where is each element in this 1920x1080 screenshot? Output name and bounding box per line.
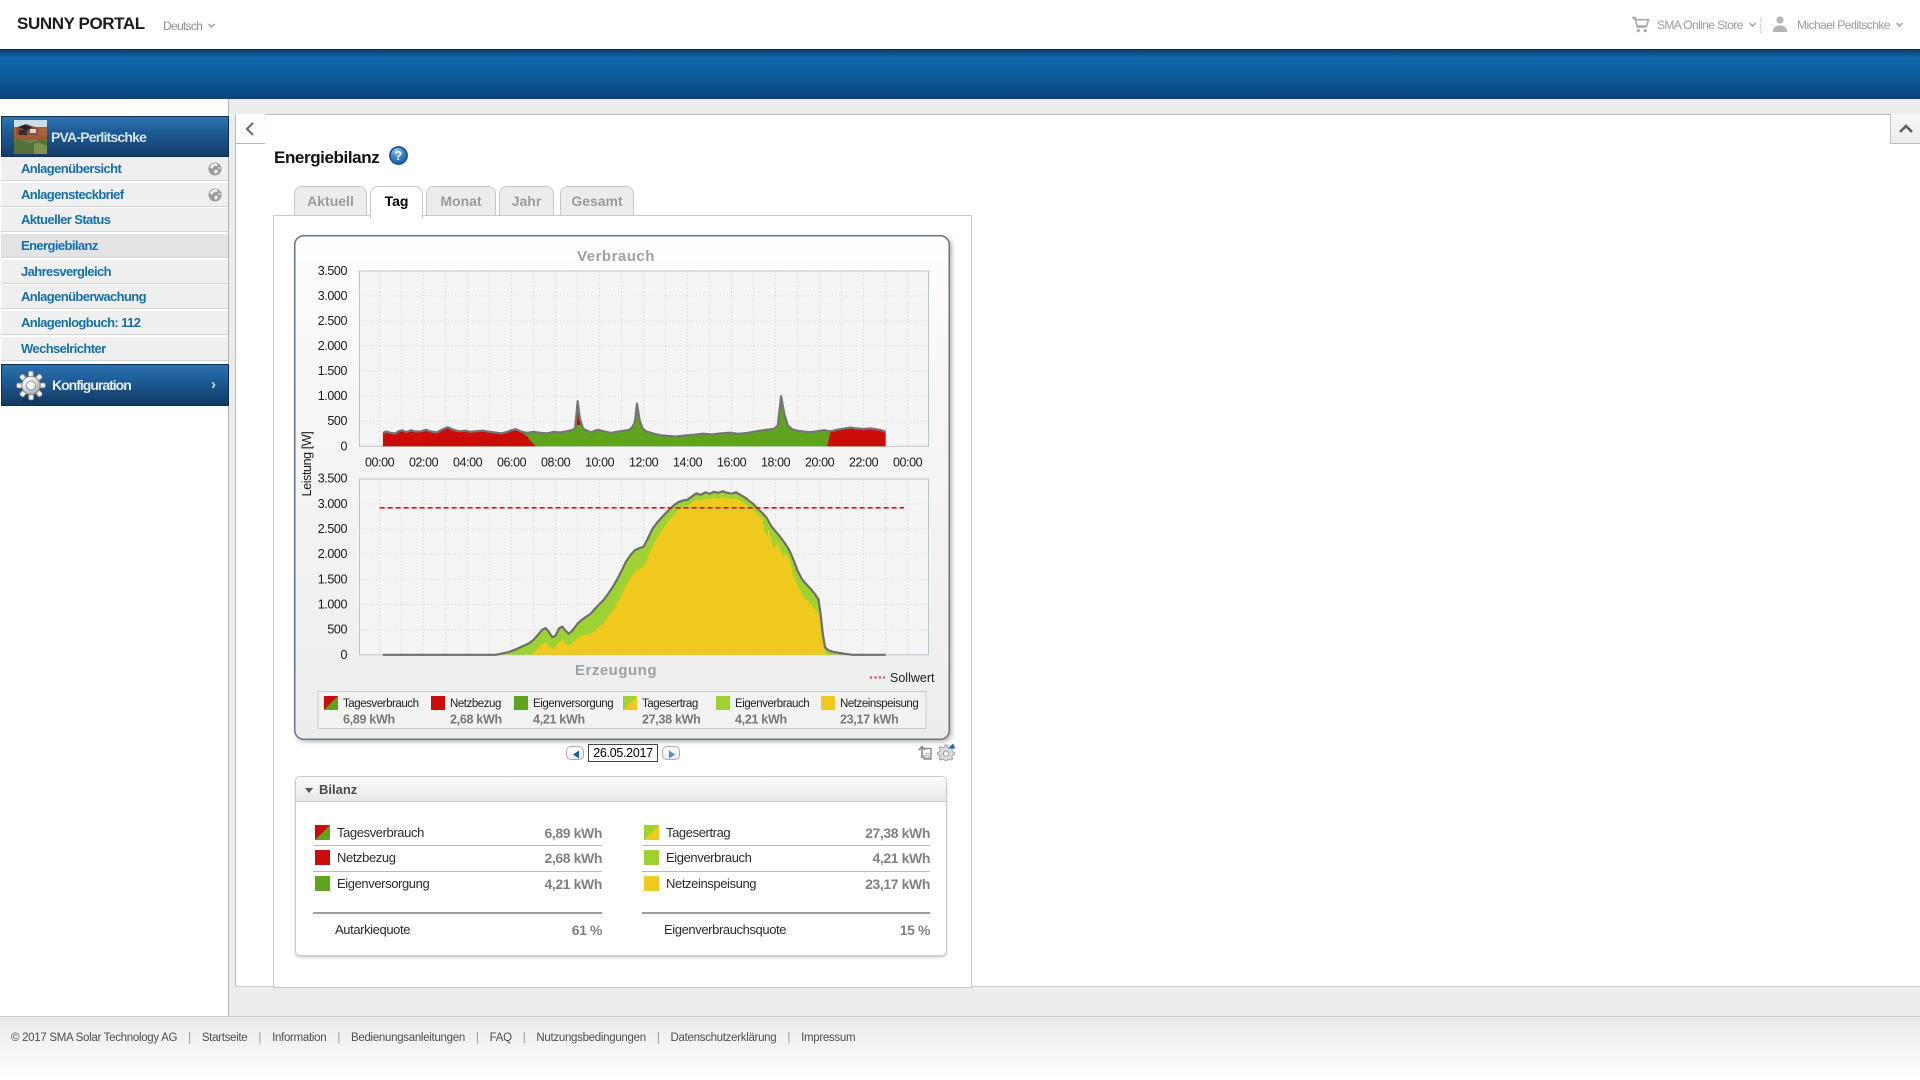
svg-text:1.000: 1.000 — [318, 598, 348, 612]
svg-text:4,21 kWh: 4,21 kWh — [533, 713, 585, 727]
svg-text:1.000: 1.000 — [318, 389, 348, 403]
svg-text:Tagesverbrauch: Tagesverbrauch — [343, 698, 419, 710]
svg-text:1.500: 1.500 — [318, 364, 348, 378]
svg-text:Netzbezug: Netzbezug — [450, 698, 501, 710]
svg-text:12:00: 12:00 — [629, 456, 659, 470]
svg-text:2,68 kWh: 2,68 kWh — [450, 713, 502, 727]
svg-text:4,21 kWh: 4,21 kWh — [735, 713, 787, 727]
svg-text:Verbrauch: Verbrauch — [577, 248, 655, 265]
svg-text:23,17 kWh: 23,17 kWh — [840, 713, 898, 727]
svg-text:3.000: 3.000 — [318, 497, 348, 511]
svg-text:10:00: 10:00 — [585, 456, 615, 470]
svg-text:00:00: 00:00 — [365, 456, 395, 470]
svg-text:Tagesertrag: Tagesertrag — [642, 698, 698, 710]
svg-text:1.500: 1.500 — [318, 572, 348, 586]
svg-text:Netzeinspeisung: Netzeinspeisung — [840, 698, 918, 710]
svg-text:3.500: 3.500 — [318, 472, 348, 486]
svg-text:500: 500 — [327, 414, 347, 428]
svg-text:27,38 kWh: 27,38 kWh — [642, 713, 700, 727]
svg-text:00:00: 00:00 — [893, 456, 923, 470]
svg-text:08:00: 08:00 — [541, 456, 571, 470]
svg-text:?: ? — [395, 149, 403, 163]
svg-text:3.000: 3.000 — [318, 289, 348, 303]
svg-text:Leistung [W]: Leistung [W] — [300, 432, 314, 497]
svg-text:500: 500 — [327, 623, 347, 637]
svg-text:22:00: 22:00 — [849, 456, 879, 470]
svg-text:2.500: 2.500 — [318, 522, 348, 536]
svg-text:18:00: 18:00 — [761, 456, 791, 470]
svg-text:Sollwert: Sollwert — [890, 671, 935, 685]
svg-text:0: 0 — [340, 439, 347, 453]
svg-text:04:00: 04:00 — [453, 456, 483, 470]
svg-text:Erzeugung: Erzeugung — [575, 662, 657, 679]
svg-text:16:00: 16:00 — [717, 456, 747, 470]
svg-text:14:00: 14:00 — [673, 456, 703, 470]
svg-text:Eigenversorgung: Eigenversorgung — [533, 698, 613, 710]
svg-text:06:00: 06:00 — [497, 456, 527, 470]
svg-text:02:00: 02:00 — [409, 456, 439, 470]
svg-text:3.500: 3.500 — [318, 264, 348, 278]
svg-text:20:00: 20:00 — [805, 456, 835, 470]
svg-text:2.000: 2.000 — [318, 547, 348, 561]
svg-text:2.000: 2.000 — [318, 339, 348, 353]
svg-text:6,89 kWh: 6,89 kWh — [343, 713, 395, 727]
svg-text:Eigenverbrauch: Eigenverbrauch — [735, 698, 809, 710]
svg-text:0: 0 — [340, 648, 347, 662]
svg-text:2.500: 2.500 — [318, 314, 348, 328]
